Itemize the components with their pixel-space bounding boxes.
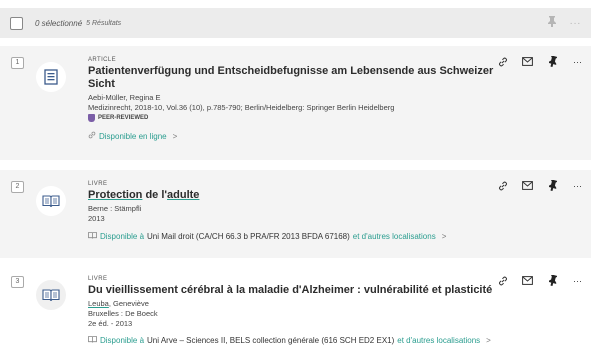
results-count: 5 Résultats — [86, 19, 122, 27]
result-number: 1 — [11, 57, 24, 69]
article-icon — [36, 62, 66, 92]
result-actions: ··· — [497, 56, 583, 67]
title-highlight: Protection — [88, 189, 143, 201]
availability-prefix: Disponible à — [100, 336, 145, 345]
result-source: Medizinrecht, 2018-10, Vol.36 (10), p.78… — [88, 103, 395, 112]
result-author[interactable]: Leuba, Geneviève — [88, 299, 571, 309]
permalink-icon[interactable] — [497, 56, 508, 67]
availability-location: Uni Mail droit (CA/CH 66.3 b PRA/FR 2013… — [147, 232, 350, 241]
author-rest: , Geneviève — [108, 299, 149, 308]
result-publisher: Bruxelles : De Boeck — [88, 309, 158, 318]
availability-link[interactable]: Disponible en ligne > — [88, 131, 501, 141]
book-small-icon — [88, 336, 97, 345]
author-highlight: Leuba — [88, 299, 109, 308]
permalink-icon[interactable] — [497, 275, 508, 286]
title-highlight: adulte — [167, 189, 200, 201]
result-number: 3 — [11, 276, 24, 288]
resource-type: ARTICLE — [88, 57, 117, 63]
more-options-icon[interactable]: ··· — [572, 56, 583, 67]
availability-text[interactable]: Disponible en ligne — [99, 132, 167, 141]
pin-icon[interactable] — [547, 180, 558, 191]
more-options-icon[interactable]: ··· — [570, 18, 582, 29]
pin-icon[interactable] — [547, 56, 558, 67]
result-title[interactable]: Patientenverfügung und Entscheidbefugnis… — [88, 65, 501, 91]
result-author[interactable]: Aebi-Müller, Regina E — [88, 93, 501, 103]
link-icon — [88, 131, 96, 141]
resource-type: LIVRE — [88, 181, 108, 187]
email-icon[interactable] — [522, 275, 533, 286]
email-icon[interactable] — [522, 56, 533, 67]
permalink-icon[interactable] — [497, 180, 508, 191]
peer-reviewed-icon — [88, 114, 95, 122]
result-item[interactable]: 1 ARTICLE Patientenverfügung und Entsche… — [0, 46, 591, 160]
email-icon[interactable] — [522, 180, 533, 191]
select-all-checkbox[interactable] — [10, 16, 23, 30]
title-text: de l' — [142, 189, 168, 201]
availability-link[interactable]: Disponible à Uni Arve – Sciences II, BEL… — [88, 336, 571, 345]
peer-reviewed-badge: PEER-REVIEWED — [88, 114, 501, 122]
result-publisher: Berne : Stämpfli — [88, 204, 142, 213]
book-small-icon — [88, 232, 97, 241]
result-item[interactable]: 2 LIVRE Protection de l'adulte Berne : S… — [0, 170, 591, 258]
chevron-right-icon: > — [486, 336, 491, 345]
availability-link[interactable]: Disponible à Uni Mail droit (CA/CH 66.3 … — [88, 232, 501, 241]
result-number: 2 — [11, 181, 24, 193]
result-year: 2013 — [88, 214, 105, 223]
results-toolbar: 0 sélectionné 5 Résultats ··· — [0, 8, 591, 38]
more-options-icon[interactable]: ··· — [572, 180, 583, 191]
result-edition: 2e éd. - 2013 — [88, 319, 133, 328]
chevron-right-icon: > — [441, 232, 447, 241]
pin-icon[interactable] — [547, 275, 558, 286]
result-actions: ··· — [497, 275, 583, 286]
more-options-icon[interactable]: ··· — [572, 275, 583, 286]
result-title[interactable]: Protection de l'adulte — [88, 189, 501, 202]
book-icon — [36, 186, 66, 216]
peer-reviewed-label: PEER-REVIEWED — [98, 115, 149, 121]
result-actions: ··· — [497, 180, 583, 191]
availability-location: Uni Arve – Sciences II, BELS collection … — [147, 336, 395, 345]
selected-count: 0 sélectionné — [35, 18, 83, 28]
availability-prefix: Disponible à — [100, 232, 145, 241]
pin-icon[interactable] — [547, 16, 556, 30]
book-icon — [36, 280, 66, 310]
result-item[interactable]: 3 LIVRE Du vieillissement cérébral à la … — [0, 266, 591, 359]
chevron-right-icon: > — [172, 131, 178, 141]
availability-other[interactable]: et d'autres localisations — [353, 232, 436, 241]
availability-other[interactable]: et d'autres localisations — [397, 336, 480, 345]
